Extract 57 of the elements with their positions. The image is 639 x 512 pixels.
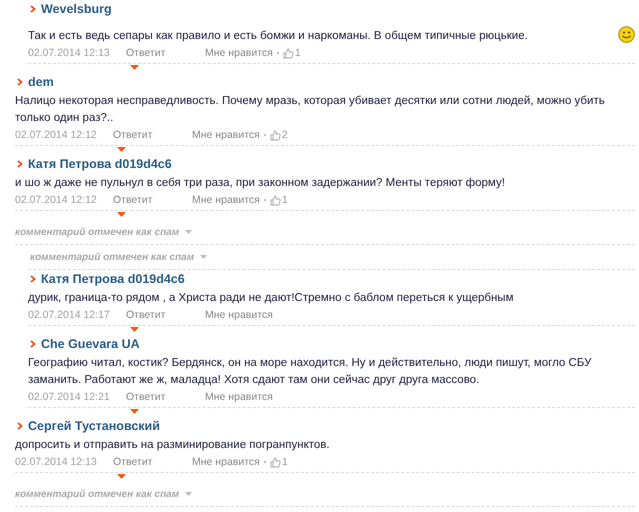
reply-link[interactable]: Ответит: [126, 47, 205, 59]
reply-link[interactable]: Ответит: [113, 194, 192, 206]
comment-date: 02.07.2014 12:12: [15, 194, 98, 206]
reply-link[interactable]: Ответит: [126, 391, 205, 403]
like-link[interactable]: Мне нравится: [205, 391, 273, 403]
comment-date: 02.07.2014 12:13: [28, 47, 111, 59]
chevron-icon: [30, 275, 36, 283]
thumbs-up-icon[interactable]: [270, 130, 281, 140]
author-name[interactable]: Wevelsburg: [41, 2, 112, 16]
spam-notice: комментарий отмечен как спам: [30, 252, 194, 262]
triangle-icon[interactable]: [130, 409, 139, 414]
thumbs-up-icon[interactable]: [282, 48, 294, 58]
chevron-icon: [17, 78, 23, 86]
spam-notice: комментарий отмечен как спам: [15, 226, 180, 238]
author-name[interactable]: Che Guevara UA: [41, 337, 140, 351]
caret-icon[interactable]: [185, 492, 192, 496]
chevron-icon: [30, 5, 36, 13]
triangle-icon[interactable]: [117, 147, 126, 152]
author-name[interactable]: dem: [28, 75, 54, 89]
thumbs-up-icon[interactable]: [270, 194, 281, 206]
spam-notice: комментарий отмечен как спам: [15, 488, 180, 500]
comment-date: 02.07.2014 12:21: [28, 391, 111, 403]
author-name[interactable]: Сергей Тустановский: [28, 419, 160, 433]
like-count: 2: [282, 129, 288, 141]
comment-text: дурик, граница-то рядом , а Христа ради не дают!Стремно с баблом переться к ущербным: [28, 291, 514, 306]
reply-link[interactable]: Ответит: [126, 309, 205, 321]
like-count: 1: [282, 456, 288, 468]
like-link[interactable]: Мне нравится: [205, 309, 273, 321]
caret-icon[interactable]: [200, 255, 208, 259]
like-link[interactable]: Мне нравится: [205, 47, 273, 59]
comment-text: Географию читал, костик? Бердянск, он на море находится. Ну и действительно, люди пишут, могло СБУ заманить. Работают же ж, маладца! Хотя сдают там они сейчас друг друга массово.: [28, 356, 592, 388]
like-link[interactable]: Мне нравится: [192, 129, 260, 141]
comment-date: 02.07.2014 12:17: [28, 309, 111, 321]
comment-date: 02.07.2014 12:12: [15, 129, 98, 141]
triangle-icon[interactable]: [130, 327, 139, 332]
smiley-icon: [618, 26, 635, 43]
author-name[interactable]: Катя Петрова d019d4c6: [28, 157, 172, 171]
comment-text: Налицо некоторая несправедливость. Почему мразь, которая убивает десятки или сотни людей, можно убить только один раз?..: [15, 94, 606, 126]
triangle-icon[interactable]: [130, 65, 139, 70]
comment-date: 02.07.2014 12:13: [15, 456, 98, 468]
caret-icon[interactable]: [185, 230, 192, 234]
chevron-icon: [17, 160, 23, 168]
reply-link[interactable]: Ответит: [113, 456, 192, 468]
author-name[interactable]: Катя Петрова d019d4c6: [41, 272, 185, 286]
reply-link[interactable]: Ответит: [113, 129, 192, 141]
like-link[interactable]: Мне нравится: [192, 194, 260, 206]
comment-text: Так и есть ведь сепары как правило и есть бомжи и наркоманы. В общем типичные рюцькие.: [28, 29, 528, 44]
comment-text: допросить и отправить на разминирование погранпунктов.: [15, 438, 330, 453]
triangle-icon[interactable]: [117, 474, 126, 479]
comment-text: и шо ж даже не пульнул в себя три раза, при законном задержании? Менты теряют форму!: [15, 176, 505, 191]
thumbs-up-icon[interactable]: [270, 456, 281, 468]
like-count: 1: [294, 47, 301, 59]
chevron-icon: [17, 422, 23, 430]
like-link[interactable]: Мне нравится: [192, 456, 260, 468]
like-count: 1: [282, 194, 288, 206]
triangle-icon[interactable]: [117, 212, 126, 217]
chevron-icon: [30, 340, 36, 348]
